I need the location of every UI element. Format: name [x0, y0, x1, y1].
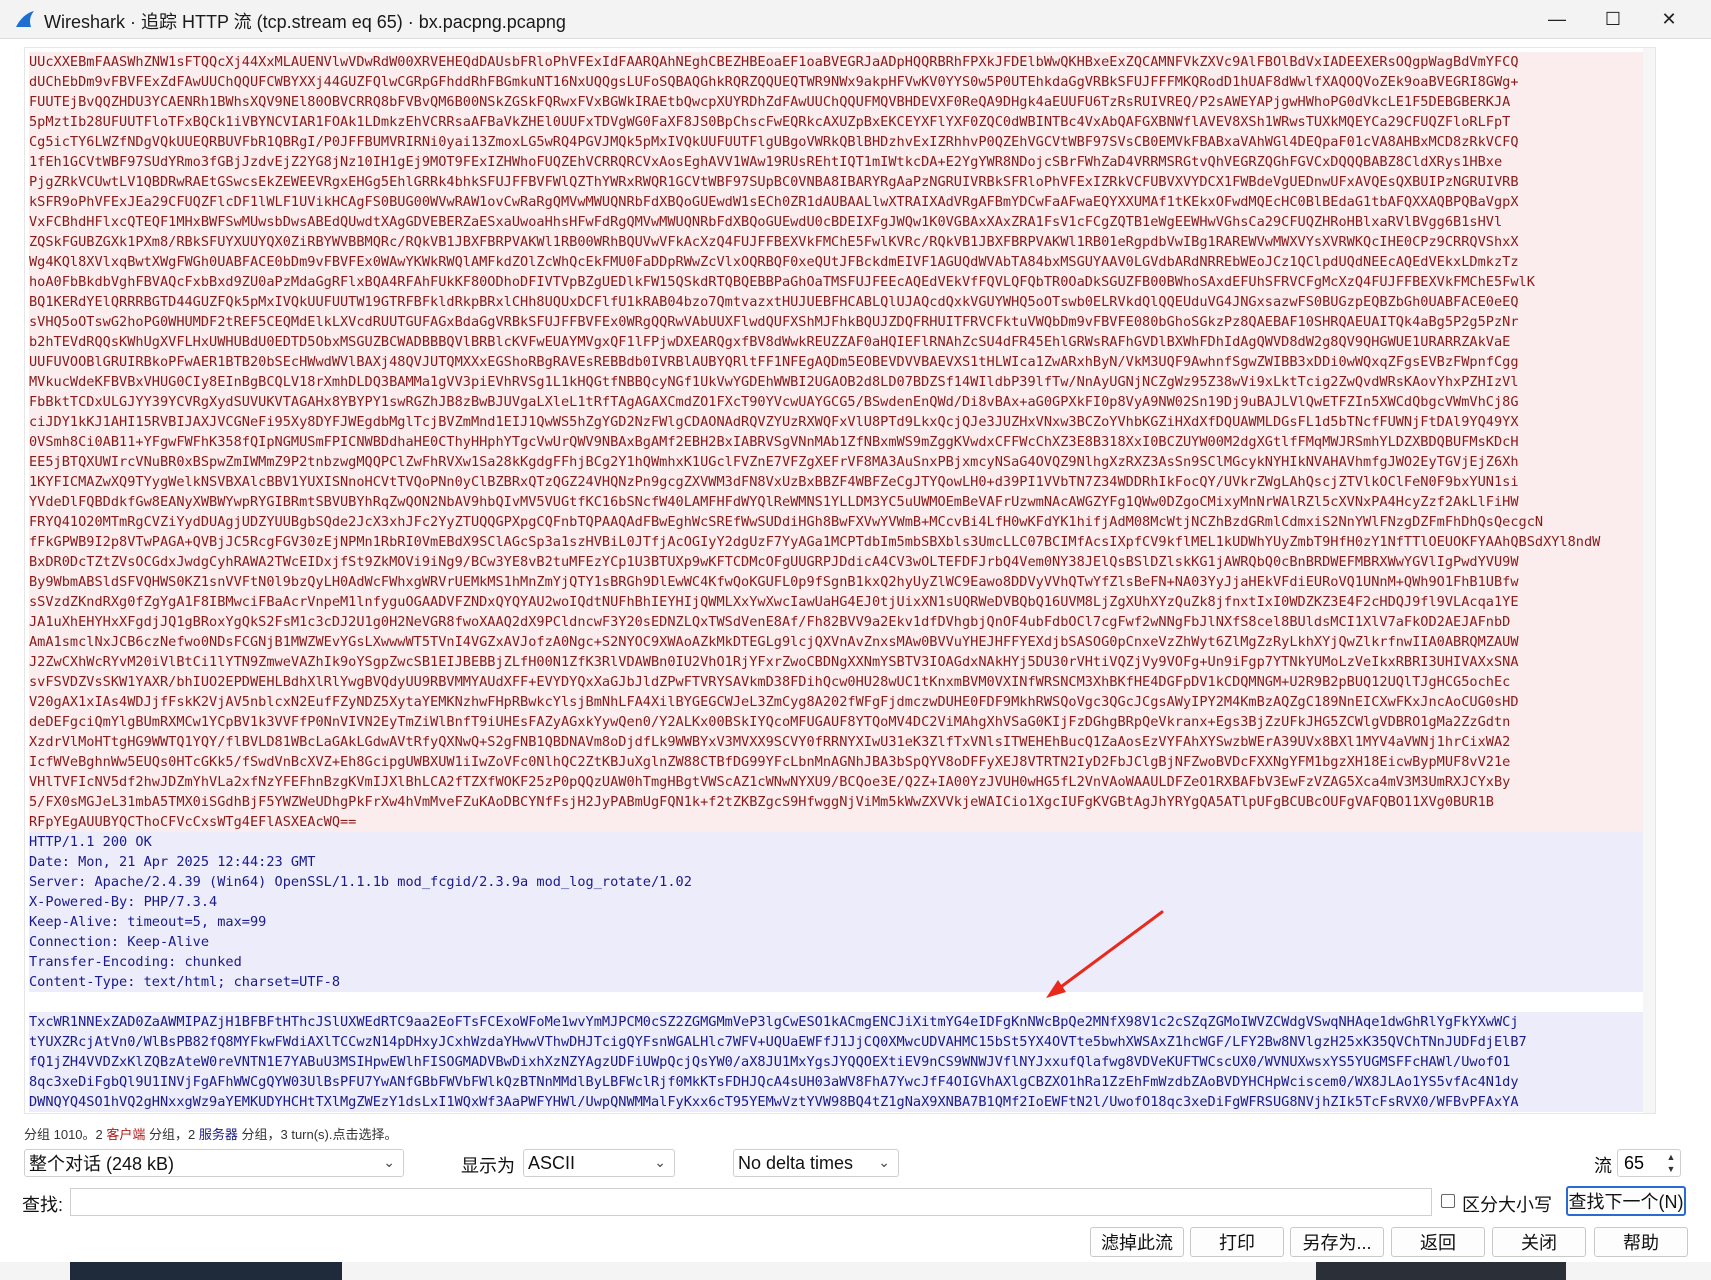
server-data-line[interactable]: fQ1jZH4VVDZxKlZQBzAteW0reVNTN1E7YABuU3MS… [29, 1052, 1651, 1072]
client-data-line[interactable]: 1KYFICMAZwXQ9TYygWelkNSVBXAlcBBV1YUXISNn… [29, 472, 1651, 492]
stream-number-value: 65 [1624, 1152, 1645, 1173]
delta-times-select[interactable]: No delta times ⌄ [733, 1149, 899, 1177]
summary-suffix: 分组，3 turn(s).点击选择。 [237, 1127, 398, 1142]
server-data-line[interactable] [29, 992, 1651, 1012]
client-data-line[interactable]: BQ1KERdYElQRRRBGTD44GUZFQk5pMxIVQkUUFUUT… [29, 292, 1651, 312]
print-button[interactable]: 打印 [1190, 1227, 1284, 1257]
stream-content-area[interactable]: UUcXXEBmFAASWhZNW1sFTQQcXj44XxMLAUENVlwV… [24, 47, 1656, 1114]
client-data-line[interactable]: PjgZRkVCUwtLV1QBDRwRAEtGSwcsEkZEWEEVRgxE… [29, 172, 1651, 192]
client-data-line[interactable]: b2hTEVdRQQsKWhUgXVFLHxUWHUBdU0EDTD5ObxMS… [29, 332, 1651, 352]
server-data-line[interactable]: Connection: Keep-Alive [29, 932, 1651, 952]
client-data-line[interactable]: JA1uXhEHYHxXFgdjJQ1gBRoxYgQkS2FsM1c3cDJ2… [29, 612, 1651, 632]
server-data-line[interactable]: 8qc3xeDiFgbQl9U1INVjFgAFhWWCgQYW03UlBsPF… [29, 1072, 1651, 1092]
stream-text[interactable]: UUcXXEBmFAASWhZNW1sFTQQcXj44XxMLAUENVlwV… [25, 48, 1655, 1112]
client-data-line[interactable]: sVHQ5oOTswG2hoPG0WHUMDF2tREF5CEQMdElkLXV… [29, 312, 1651, 332]
close-icon[interactable]: ✕ [1641, 0, 1697, 38]
client-data-line[interactable]: 0VSmh8Ci0AB11+YFgwFWFhK358fQIpNGMUSmFPIC… [29, 432, 1651, 452]
client-data-line[interactable]: kSFR9oPhVFExJEa29CFUQZFlcDF1lWLF1UVikHCA… [29, 192, 1651, 212]
client-data-line[interactable]: IcfWVeBghnWw5EUQs0HTcGKk5/fSwdVnBcXVZ+Eh… [29, 752, 1651, 772]
help-button[interactable]: 帮助 [1594, 1227, 1688, 1257]
client-data-line[interactable]: fFkGPWB9I2p8VTwPAGA+QVBjJC5RcgFGV30zEjNP… [29, 532, 1651, 552]
client-data-line[interactable]: deDEFgciQmYlgBUmRXMCw1YCpBV1k3VVFfP0NnVI… [29, 712, 1651, 732]
server-data-line[interactable]: TxcWR1NNExZAD0ZaAWMIPAZjH1BFBFtHThcJSlUX… [29, 1012, 1651, 1032]
stream-label: 流 [1594, 1156, 1612, 1176]
client-packets-link[interactable]: 客户端 [106, 1127, 145, 1142]
conversation-select[interactable]: 整个对话 (248 kB) ⌄ [24, 1149, 404, 1177]
display-as-label: 显示为 [461, 1156, 515, 1176]
summary-mid: 分组，2 [145, 1127, 199, 1142]
client-data-line[interactable]: 1fEh1GCVtWBF97SUdYRmo3fGBjJzdvEjZ2YG8jNz… [29, 152, 1651, 172]
client-data-line[interactable]: VHlTVFIcNV5df2hwJDZmYhVLa2xfNzYFEFhnBzgK… [29, 772, 1651, 792]
client-data-line[interactable]: AmA1smclNxJCB6czNefwo0NDsFCGNjB1MWZWEvYG… [29, 632, 1651, 652]
client-data-line[interactable]: svFSVDZVsSKW1YAXR/bhIUO2EPDWEHLBdhXlRlYw… [29, 672, 1651, 692]
display-as-select[interactable]: ASCII ⌄ [523, 1149, 675, 1177]
case-sensitive-label: 区分大小写 [1462, 1195, 1552, 1215]
find-label: 查找: [22, 1195, 64, 1215]
find-next-button[interactable]: 查找下一个(N) [1566, 1186, 1686, 1216]
client-data-line[interactable]: hoA0FbBkdbVghFBVAQcFxbBxd9ZU0aPzMdaGgRFl… [29, 272, 1651, 292]
stepper-up-icon[interactable]: ▲ [1664, 1152, 1678, 1162]
server-data-line[interactable]: Server: Apache/2.4.39 (Win64) OpenSSL/1.… [29, 872, 1651, 892]
maximize-icon[interactable]: ☐ [1585, 0, 1641, 38]
server-data-line[interactable]: X-Powered-By: PHP/7.3.4 [29, 892, 1651, 912]
chevron-down-icon: ⌄ [878, 1154, 890, 1170]
server-data-line[interactable]: Transfer-Encoding: chunked [29, 952, 1651, 972]
conversation-value: 整个对话 (248 kB) [29, 1154, 175, 1174]
chevron-down-icon: ⌄ [383, 1154, 395, 1170]
server-data-line[interactable]: tYUXZRcjAtVn0/WlBsPB82fQ8MYFkwFWdiAXlTCC… [29, 1032, 1651, 1052]
background-panel [70, 1262, 342, 1280]
client-data-line[interactable]: V20gAX1xIAs4WDJjfFskK2VjAV5nblcxN2EufFZy… [29, 692, 1651, 712]
server-data-line[interactable]: Keep-Alive: timeout=5, max=99 [29, 912, 1651, 932]
wireshark-fin-icon [16, 11, 34, 27]
save-as-button[interactable]: 另存为... [1290, 1227, 1384, 1257]
client-data-line[interactable]: EE5jBTQXUWIrcVNuBR0xBSpwZmIWMmZ9P2tnbzwg… [29, 452, 1651, 472]
stream-number-stepper[interactable]: 65 ▲ ▼ [1617, 1149, 1681, 1177]
stream-summary: 分组 1010。2 客户端 分组，2 服务器 分组，3 turn(s).点击选择… [24, 1124, 398, 1143]
find-input[interactable] [70, 1188, 1432, 1216]
background-window-strip [0, 1262, 1711, 1280]
client-data-line[interactable]: J2ZwCXhWcRYvM20iVlBtCi1lYTN9ZmweVAZhIk9o… [29, 652, 1651, 672]
client-data-line[interactable]: UUFUVOOBlGRUIRBkoPFwAER1BTB20bSEcHWwdWVl… [29, 352, 1651, 372]
server-data-line[interactable]: Content-Type: text/html; charset=UTF-8 [29, 972, 1651, 992]
client-data-line[interactable]: MVkucWdeKFBVBxVHUG0CIy8EInBgBCQLV18rXmhD… [29, 372, 1651, 392]
display-as-value: ASCII [528, 1152, 576, 1173]
client-data-line[interactable]: By9WbmABSldSFVQHWS0KZ1snVVFtN0l9bzQyLH0A… [29, 572, 1651, 592]
client-data-line[interactable]: ciJDY1kKJ1AHI15RVBIJAXJVCGNeFi95Xy8DYFJW… [29, 412, 1651, 432]
vertical-scrollbar[interactable] [1643, 48, 1655, 1113]
client-data-line[interactable]: UUcXXEBmFAASWhZNW1sFTQQcXj44XxMLAUENVlwV… [29, 52, 1651, 72]
minimize-icon[interactable]: — [1529, 0, 1585, 38]
case-sensitive-checkbox[interactable] [1441, 1194, 1455, 1208]
client-data-line[interactable]: Wg4KQl8XVlxqBwtXWgFWGh0UABFACE0bDm9vFBVF… [29, 252, 1651, 272]
client-data-line[interactable]: FRYQ41O20MTmRgCVZiYydDUAgjUDZYUUBgbSQde2… [29, 512, 1651, 532]
client-data-line[interactable]: FUUTEjBvQQZHDU3YCAENRh1BWhsXQV9NEl80OBVC… [29, 92, 1651, 112]
client-data-line[interactable]: RFpYEgAUUBYQCThoCFVcCxsWTg4EFlASXEAcWQ== [29, 812, 1651, 832]
chevron-down-icon: ⌄ [654, 1154, 666, 1170]
client-data-line[interactable]: BxDR0DcTZtZVsOCGdxJwdgCyhRAWA2TWcEIDxjfS… [29, 552, 1651, 572]
client-data-line[interactable]: YVdeDlFQBDdkfGw8EANyXWBWYwpRYGIBRmtSBVUB… [29, 492, 1651, 512]
client-data-line[interactable]: 5pMztIb28UFUUTFloTFxBQCk1iVBYNCVIAR1FOAk… [29, 112, 1651, 132]
server-data-line[interactable]: Date: Mon, 21 Apr 2025 12:44:23 GMT [29, 852, 1651, 872]
client-data-line[interactable]: VxFCBhdHFlxcQTEQF1MHxBWFSwMUwsbDwsABEdQU… [29, 212, 1651, 232]
client-data-line[interactable]: 5/FX0sMGJeL31mbA5TMX0iSGdhBjF5YWZWeUDhgP… [29, 792, 1651, 812]
summary-prefix: 分组 1010。2 [24, 1127, 107, 1142]
back-button[interactable]: 返回 [1391, 1227, 1485, 1257]
title-bar: Wireshark · 追踪 HTTP 流 (tcp.stream eq 65)… [0, 0, 1711, 39]
server-data-line[interactable]: DWNQYQ4SO1hVQ2gHNxxgWz9aYEMKUDYHCHtTXlMg… [29, 1092, 1651, 1112]
server-data-line[interactable]: HTTP/1.1 200 OK [29, 832, 1651, 852]
filter-out-stream-button[interactable]: 滤掉此流 [1090, 1227, 1184, 1257]
client-data-line[interactable]: ZQSkFGUBZGXk1PXm8/RBkSFUYXUUYQX0ZiRBYWVB… [29, 232, 1651, 252]
server-packets-link[interactable]: 服务器 [199, 1127, 238, 1142]
client-data-line[interactable]: dUChEbDm9vFBVFExZdFAwUUChQQUFCWBYXXj44GU… [29, 72, 1651, 92]
client-data-line[interactable]: FbBktTCDxULGJYY39YCVRgXydSUVUKVTAGAHx8YB… [29, 392, 1651, 412]
delta-times-value: No delta times [738, 1152, 854, 1173]
client-data-line[interactable]: sSVzdZKndRXg0fZgYgA1F8IBMwciFBaAcrVnpeM1… [29, 592, 1651, 612]
window-title: Wireshark · 追踪 HTTP 流 (tcp.stream eq 65)… [44, 12, 566, 32]
client-data-line[interactable]: XzdrVlMoHTtgHG9WWTQ1YQY/flBVLD81WBcLaGAk… [29, 732, 1651, 752]
background-panel [1316, 1262, 1566, 1280]
stepper-down-icon[interactable]: ▼ [1664, 1164, 1678, 1174]
close-button[interactable]: 关闭 [1492, 1227, 1586, 1257]
client-data-line[interactable]: Cg5icTY6LWZfNDgVQkUUEQRBUVFbR1QBRgI/P0JF… [29, 132, 1651, 152]
